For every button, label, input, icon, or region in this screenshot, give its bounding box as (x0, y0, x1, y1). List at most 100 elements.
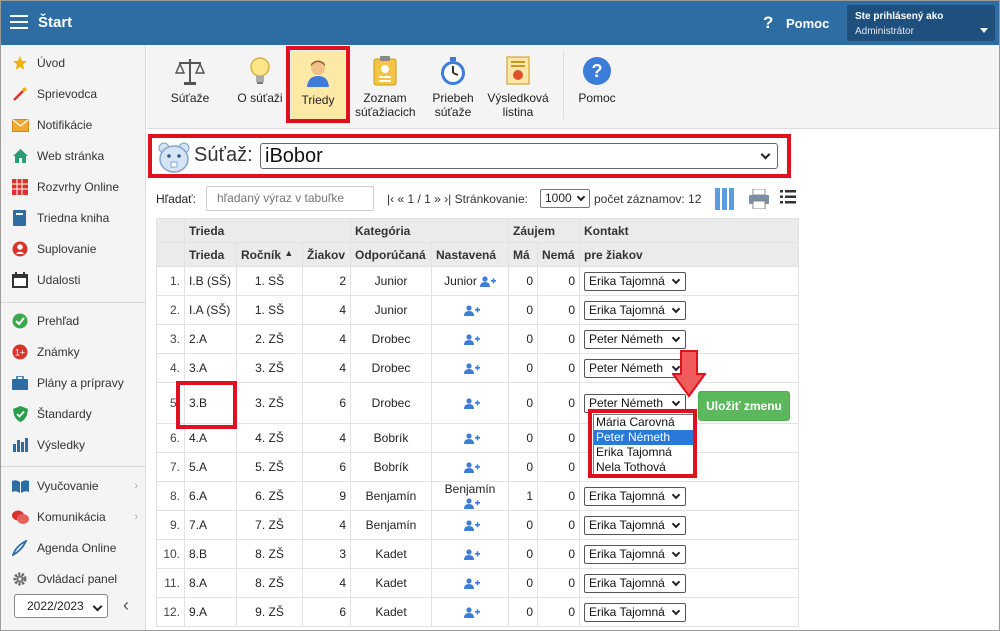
add-person-icon[interactable] (463, 520, 480, 532)
sidebar-item-web-stranka[interactable]: Web stránka (1, 142, 146, 170)
cell-ziakov: 9 (302, 481, 351, 511)
print-icon[interactable] (749, 188, 769, 212)
cell-kontakt: Erika Tajomná (579, 481, 799, 511)
contact-select[interactable]: Peter Németh (584, 358, 686, 378)
col-header-ziakov[interactable]: Žiakov (302, 242, 351, 267)
toolbar-button-priebeh[interactable]: Priebeh súťaže (425, 49, 481, 123)
contact-select[interactable]: Erika Tajomná (584, 544, 686, 564)
toolbar-button-o-sutazi[interactable]: O súťaži (231, 49, 289, 123)
add-person-icon[interactable] (463, 305, 480, 317)
sidebar-item-ovladaci-panel[interactable]: Ovládací panel (1, 565, 146, 593)
collapse-sidebar-icon[interactable]: ‹ (123, 595, 129, 616)
chat-icon (11, 508, 29, 526)
hamburger-menu-icon[interactable] (10, 15, 28, 29)
col-header-nema[interactable]: Nemá (537, 242, 580, 267)
col-header-ma[interactable]: Má (508, 242, 538, 267)
classes-table: Trieda Kategória Záujem Kontakt Trieda R… (156, 218, 799, 627)
contact-select[interactable]: Erika Tajomná (584, 602, 686, 622)
add-person-icon[interactable] (463, 433, 480, 445)
cell-kontakt: Erika Tajomná (579, 539, 799, 569)
add-person-icon[interactable] (463, 578, 480, 590)
toolbar-button-vysledkova-listina[interactable]: Výsledková listina (485, 49, 551, 123)
page-size-select[interactable]: 1000 (540, 189, 590, 208)
cell-nastavena (431, 423, 509, 453)
columns-icon[interactable] (715, 188, 735, 213)
arrow-down-icon (671, 350, 707, 401)
contact-select[interactable]: Erika Tajomná (584, 300, 686, 320)
sidebar-item-label: Štandardy (37, 407, 92, 421)
contact-select-value: Erika Tajomná (589, 604, 665, 619)
sidebar-item-vysledky[interactable]: Výsledky (1, 431, 146, 459)
add-person-icon[interactable] (463, 398, 480, 410)
highlight-triedy (286, 46, 350, 123)
sidebar-item-sprievodca[interactable]: Sprievodca (1, 80, 146, 108)
sidebar-item-standardy[interactable]: Štandardy (1, 400, 146, 428)
toolbar-button-zoznam[interactable]: Zoznam súťažiacich (353, 49, 417, 123)
sidebar-item-komunikacia[interactable]: Komunikácia › (1, 503, 146, 531)
col-header-odporucana[interactable]: Odporúčaná (350, 242, 432, 267)
table-row: 12. 9.A 9. ZŠ 6 Kadet 0 0 Erika Tajomná (156, 597, 799, 627)
add-person-icon[interactable] (463, 498, 480, 510)
user-menu[interactable]: Ste prihlásený ako Administrátor (847, 5, 995, 41)
school-year-select[interactable]: 2022/2023 (14, 594, 108, 618)
pagination-controls[interactable]: |‹ « 1 / 1 » ›| Stránkovanie: (387, 192, 528, 206)
category-value: Benjamín (444, 482, 496, 496)
add-person-icon[interactable] (479, 276, 496, 288)
table-filter-bar: Hľadať: hľadaný výraz v tabuľke |‹ « 1 /… (156, 186, 799, 212)
contact-select[interactable]: Peter Németh (584, 329, 686, 349)
row-number: 7. (156, 452, 185, 482)
cell-nema: 0 (537, 324, 580, 354)
sidebar-item-vyucovanie[interactable]: Vyučovanie › (1, 472, 146, 500)
toolbar-button-label: Zoznam súťažiacich (355, 91, 416, 119)
cell-ma: 0 (508, 568, 538, 598)
sidebar-item-plany[interactable]: Plány a prípravy (1, 369, 146, 397)
save-change-button[interactable]: Uložiť zmenu (698, 391, 790, 421)
col-header-trieda[interactable]: Trieda (184, 242, 237, 267)
bar-chart-icon (11, 436, 29, 454)
sidebar-item-prehlad[interactable]: Prehľad (1, 307, 146, 335)
cell-nema: 0 (537, 452, 580, 482)
cell-rocnik: 6. ZŠ (236, 481, 303, 511)
cell-trieda: 6.A (184, 481, 237, 511)
contact-select[interactable]: Erika Tajomná (584, 271, 686, 291)
contact-select[interactable]: Erika Tajomná (584, 515, 686, 535)
contact-select[interactable]: Erika Tajomná (584, 573, 686, 593)
col-header-rocnik[interactable]: Ročník ▲ (236, 242, 303, 267)
add-person-icon[interactable] (463, 334, 480, 346)
add-person-icon[interactable] (463, 363, 480, 375)
cell-ziakov: 4 (302, 423, 351, 453)
sidebar-item-udalosti[interactable]: Udalosti (1, 266, 146, 294)
sidebar-item-agenda[interactable]: Agenda Online (1, 534, 146, 562)
sidebar-item-suplovanie[interactable]: Suplovanie (1, 235, 146, 263)
sidebar-item-rozvrhy[interactable]: Rozvrhy Online (1, 173, 146, 201)
toolbar-button-pomoc[interactable]: ? Pomoc (571, 49, 623, 123)
cell-odporucana: Drobec (350, 353, 432, 383)
sidebar-item-znamky[interactable]: 1+ Známky (1, 338, 146, 366)
contact-select-value: Erika Tajomná (589, 517, 665, 532)
add-person-icon[interactable] (463, 607, 480, 619)
sidebar-item-notifikacie[interactable]: Notifikácie (1, 111, 146, 139)
cell-nema: 0 (537, 510, 580, 540)
cell-ma: 0 (508, 539, 538, 569)
list-view-icon[interactable] (780, 190, 796, 207)
cell-nastavena (431, 382, 509, 424)
question-mark-icon[interactable]: ? (763, 13, 773, 33)
contact-select[interactable]: Erika Tajomná (584, 486, 686, 506)
add-person-icon[interactable] (463, 549, 480, 561)
help-circle-icon: ? (582, 55, 612, 87)
sidebar-item-uvod[interactable]: Úvod (1, 49, 146, 77)
cell-nema: 0 (537, 266, 580, 296)
table-row: 8. 6.A 6. ZŠ 9 Benjamín Benjamín 1 0 Erika Tajom… (156, 481, 799, 511)
cell-nema: 0 (537, 597, 580, 627)
chevron-down-icon (671, 577, 681, 586)
toolbar-button-sutaze[interactable]: Súťaže (161, 49, 219, 123)
col-header-nastavena[interactable]: Nastavená (431, 242, 509, 267)
help-link[interactable]: Pomoc (786, 16, 829, 31)
search-input[interactable]: hľadaný výraz v tabuľke (206, 186, 374, 211)
cell-kontakt: Erika Tajomná (579, 295, 799, 325)
col-header-kontakt[interactable]: pre žiakov (579, 242, 799, 267)
sidebar-item-triedna-kniha[interactable]: Triedna kniha (1, 204, 146, 232)
cell-nastavena (431, 597, 509, 627)
add-person-icon[interactable] (463, 462, 480, 474)
row-number: 1. (156, 266, 185, 296)
